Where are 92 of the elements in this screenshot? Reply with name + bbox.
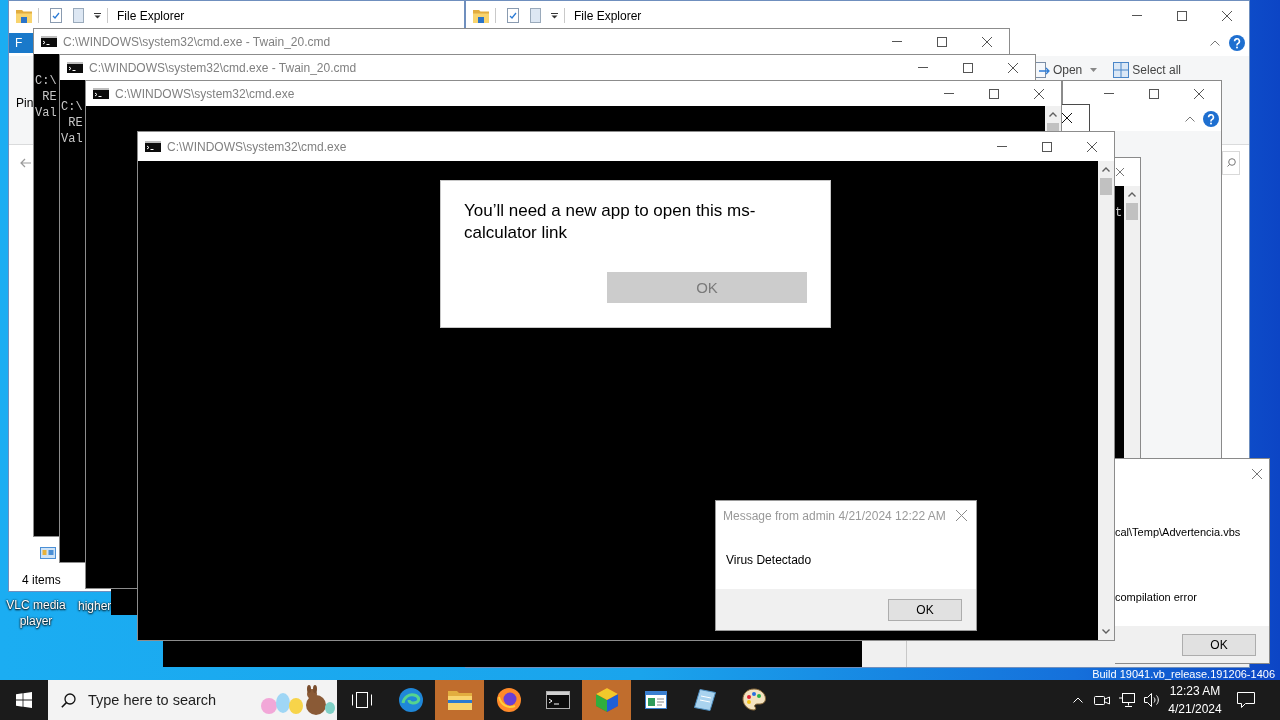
ok-button[interactable]: OK (1182, 633, 1256, 656)
ribbon-button[interactable]: Select all (1113, 62, 1181, 78)
window-title: C:\WINDOWS\system32\cmd.exe (115, 86, 295, 101)
window-title: File Explorer (574, 8, 642, 23)
search-icon (1227, 158, 1236, 167)
folder-icon (447, 690, 472, 710)
status-text: 4 items (22, 573, 61, 587)
cube-icon (594, 688, 619, 712)
console-text: RE (41, 89, 57, 105)
search-icon (61, 692, 76, 708)
console-text: C:\ (35, 73, 57, 89)
close-icon[interactable] (1062, 113, 1072, 123)
scroll-thumb[interactable] (1047, 123, 1059, 131)
close-icon[interactable] (1086, 141, 1097, 152)
dialog-message: compilation error (1115, 591, 1197, 604)
notification-icon[interactable] (1237, 692, 1255, 708)
window-title: Message from admin 4/21/2024 12:22 AM (723, 508, 946, 523)
console-icon (67, 62, 83, 73)
maximize-icon[interactable] (988, 88, 999, 99)
search-bar[interactable]: Type here to search (48, 680, 337, 720)
window-title: File Explorer (117, 8, 185, 23)
start-icon (16, 692, 32, 708)
console-text: C:\ (61, 99, 83, 115)
thumbnail-icon[interactable] (40, 547, 56, 559)
close-icon[interactable] (981, 36, 992, 47)
fox-globe-icon (496, 688, 521, 712)
caret-icon[interactable] (551, 12, 558, 19)
window-title: C:\WINDOWS\system32\cmd.exe (167, 139, 347, 154)
scrollbar[interactable] (1045, 106, 1061, 131)
console-icon (41, 36, 57, 47)
scroll-up-icon[interactable] (1049, 112, 1057, 117)
build-info-text: Build 19041.vb_release.191206-1406 (1092, 668, 1275, 680)
console-icon (145, 141, 161, 152)
scroll-up-icon[interactable] (1128, 192, 1136, 197)
maximize-icon[interactable] (1148, 88, 1159, 99)
palette-icon (741, 688, 766, 712)
close-icon[interactable] (1007, 62, 1018, 73)
task-view-icon (351, 692, 372, 708)
search-field[interactable] (1222, 150, 1240, 175)
console-text: Val (61, 131, 83, 147)
maximize-icon[interactable] (936, 36, 947, 47)
network-icon[interactable] (1118, 693, 1135, 707)
window-title: C:\WINDOWS\system32\cmd.exe - Twain_20.cmd (63, 34, 331, 49)
console-text: t (1115, 205, 1123, 221)
console-icon (545, 691, 570, 709)
window-icon (644, 691, 667, 709)
console-icon (93, 88, 109, 99)
dialog-message: cal\Temp\Advertencia.vbs (1115, 526, 1241, 539)
check-document-icon[interactable] (50, 8, 62, 23)
help-icon[interactable] (1203, 110, 1219, 127)
grid-icon (1113, 62, 1130, 78)
search-input[interactable]: Type here to search (88, 692, 248, 708)
scroll-up-icon[interactable] (1102, 167, 1110, 172)
folder-icon[interactable] (16, 8, 32, 23)
caret-icon[interactable] (94, 12, 101, 19)
camera-icon[interactable] (1093, 693, 1110, 707)
easter-eggs-icon (260, 685, 335, 715)
back-arrow-icon[interactable] (20, 157, 31, 168)
file-tab[interactable]: F (9, 33, 34, 53)
scroll-thumb[interactable] (1126, 203, 1138, 220)
caret-icon (1090, 68, 1098, 72)
clock-date[interactable]: 4/21/2024 (1168, 700, 1222, 718)
scrollbar[interactable] (1124, 186, 1140, 460)
scroll-thumb[interactable] (1100, 178, 1112, 195)
ribbon-label[interactable]: Pin (16, 96, 34, 110)
clock-time[interactable]: 12:23 AM (1169, 682, 1221, 700)
minimize-icon[interactable] (943, 93, 954, 94)
minimize-icon[interactable] (996, 146, 1007, 147)
maximize-icon[interactable] (1041, 141, 1052, 152)
dialog-message: Virus Detectado (726, 553, 812, 567)
folder-icon[interactable] (473, 8, 489, 23)
scrollbar[interactable] (1098, 161, 1114, 640)
browser-swirl-icon (398, 688, 423, 712)
window-title: C:\WINDOWS\system32\cmd.exe - Twain_20.cmd (89, 60, 357, 75)
minimize-icon[interactable] (1131, 15, 1142, 16)
maximize-icon[interactable] (1176, 10, 1187, 21)
ok-button[interactable]: OK (888, 598, 962, 621)
notebook-icon (693, 689, 716, 711)
minimize-icon[interactable] (1103, 93, 1114, 94)
minimize-icon[interactable] (917, 67, 928, 68)
minimize-icon[interactable] (891, 41, 902, 42)
volume-icon[interactable] (1143, 693, 1160, 707)
console-text: Val (35, 105, 57, 121)
dialog-message: You’ll need a new app to open this ms-calculator link (464, 200, 757, 244)
close-icon[interactable] (1221, 10, 1232, 21)
close-icon[interactable] (1193, 88, 1204, 99)
maximize-icon[interactable] (962, 62, 973, 73)
scroll-down-icon[interactable] (1102, 629, 1110, 634)
console-text: RE (67, 115, 83, 131)
close-icon[interactable] (1033, 88, 1044, 99)
help-icon[interactable] (1229, 35, 1245, 51)
check-document-icon[interactable] (507, 8, 519, 23)
